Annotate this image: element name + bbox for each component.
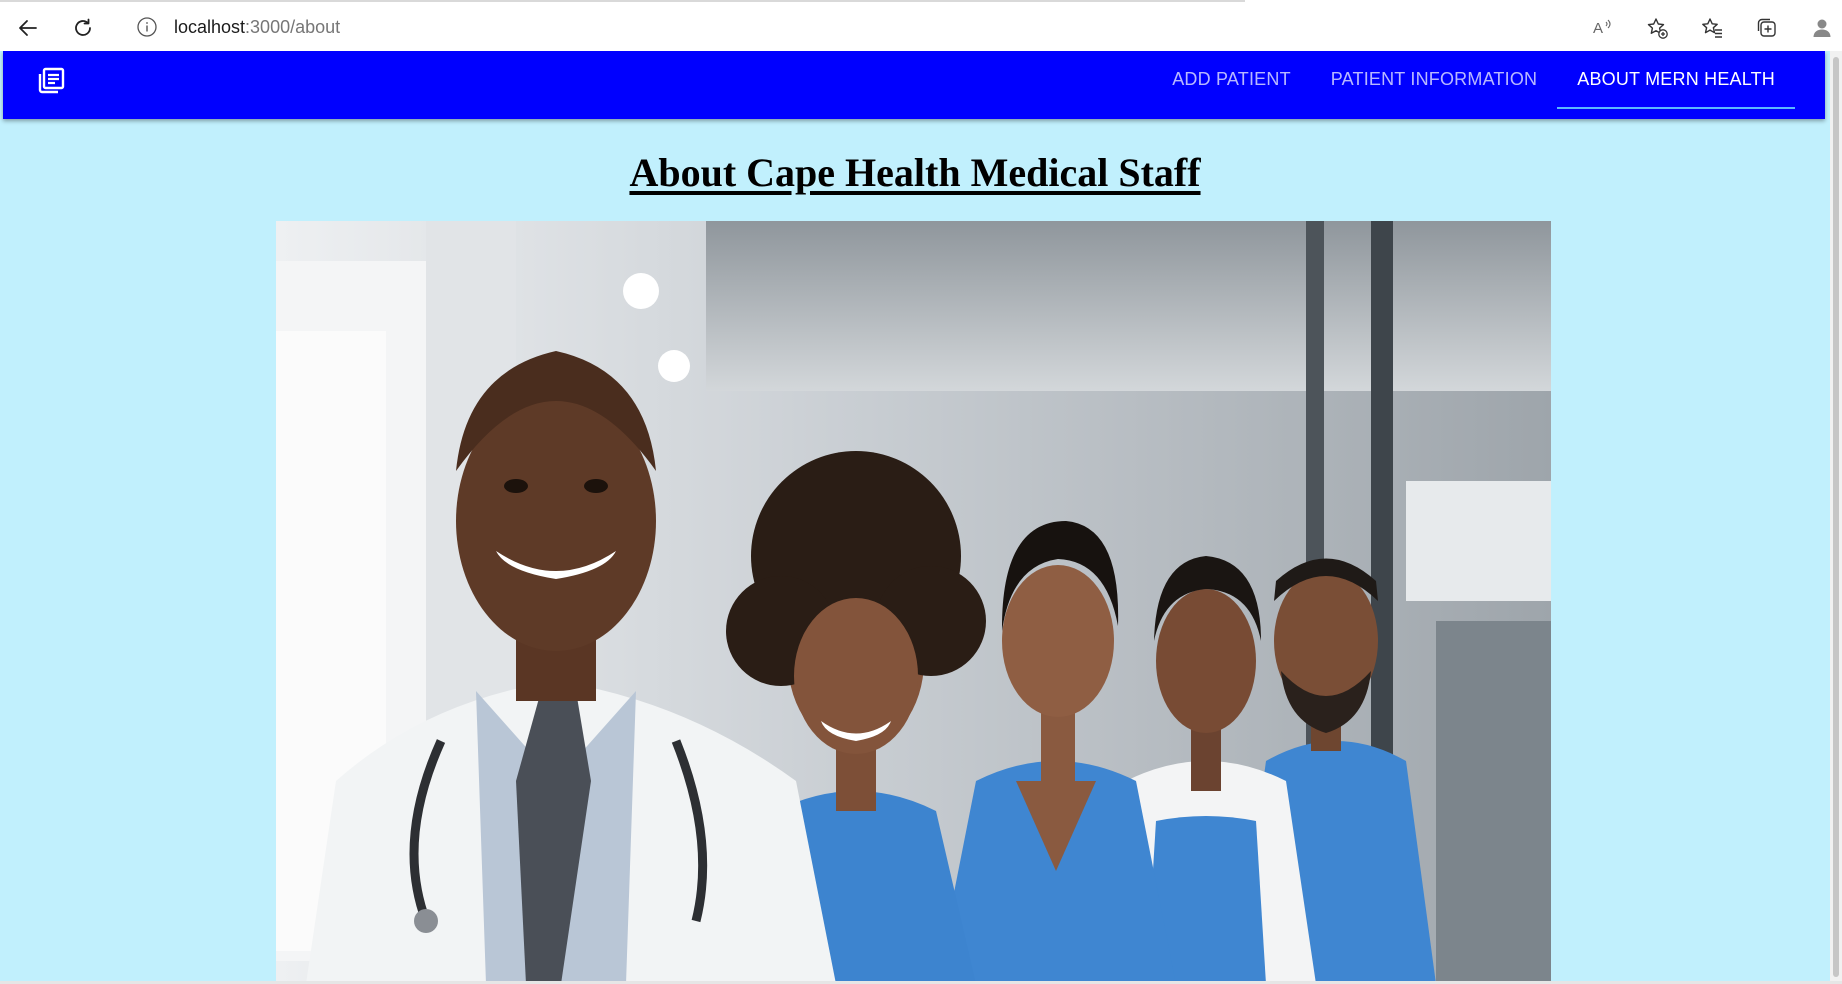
tab-patient-information[interactable]: PATIENT INFORMATION [1311,51,1557,119]
scrollbar-thumb[interactable] [1833,57,1839,977]
profile-icon [1813,19,1831,37]
add-favorite-button[interactable] [1641,12,1673,44]
site-info-icon[interactable] [136,16,158,38]
tab-patient-information-label: PATIENT INFORMATION [1330,68,1538,89]
url-path: :3000/about [245,16,341,37]
collections-icon [1757,18,1776,37]
url-host: localhost [174,16,246,37]
tab-about-label: ABOUT MERN HEALTH [1577,68,1775,89]
collections-button[interactable] [1751,12,1783,44]
browser-actions: A [1563,12,1842,44]
tab-add-patient-label: ADD PATIENT [1172,68,1291,89]
read-aloud-button[interactable]: A [1586,12,1618,44]
tab-strip-edge [1245,0,1842,2]
page-title: About Cape Health Medical Staff [629,150,1201,195]
active-tab-indicator [1557,107,1795,109]
hero-image [276,221,1551,984]
medical-staff-photo [276,221,1551,984]
back-arrow-icon [19,20,37,36]
back-button[interactable] [12,12,44,44]
reload-icon [75,18,91,36]
notes-icon[interactable] [35,65,67,97]
nav-tabs: ADD PATIENT PATIENT INFORMATION ABOUT ME… [1152,51,1795,119]
tab-add-patient[interactable]: ADD PATIENT [1152,51,1311,119]
address-bar[interactable]: localhost:3000/about [136,11,340,43]
favorites-button[interactable] [1696,12,1728,44]
read-aloud-icon: A [1593,19,1611,37]
browser-toolbar: localhost:3000/about A [0,0,1842,51]
add-favorite-icon [1647,18,1668,39]
favorites-icon [1702,18,1722,38]
page-scrollbar[interactable] [1830,51,1842,984]
app-navbar: ADD PATIENT PATIENT INFORMATION ABOUT ME… [3,51,1825,119]
profile-button[interactable] [1806,12,1838,44]
page-viewport: ADD PATIENT PATIENT INFORMATION ABOUT ME… [0,51,1842,984]
tab-about[interactable]: ABOUT MERN HEALTH [1557,51,1795,119]
svg-text:A: A [1593,20,1603,37]
reload-button[interactable] [67,12,99,44]
